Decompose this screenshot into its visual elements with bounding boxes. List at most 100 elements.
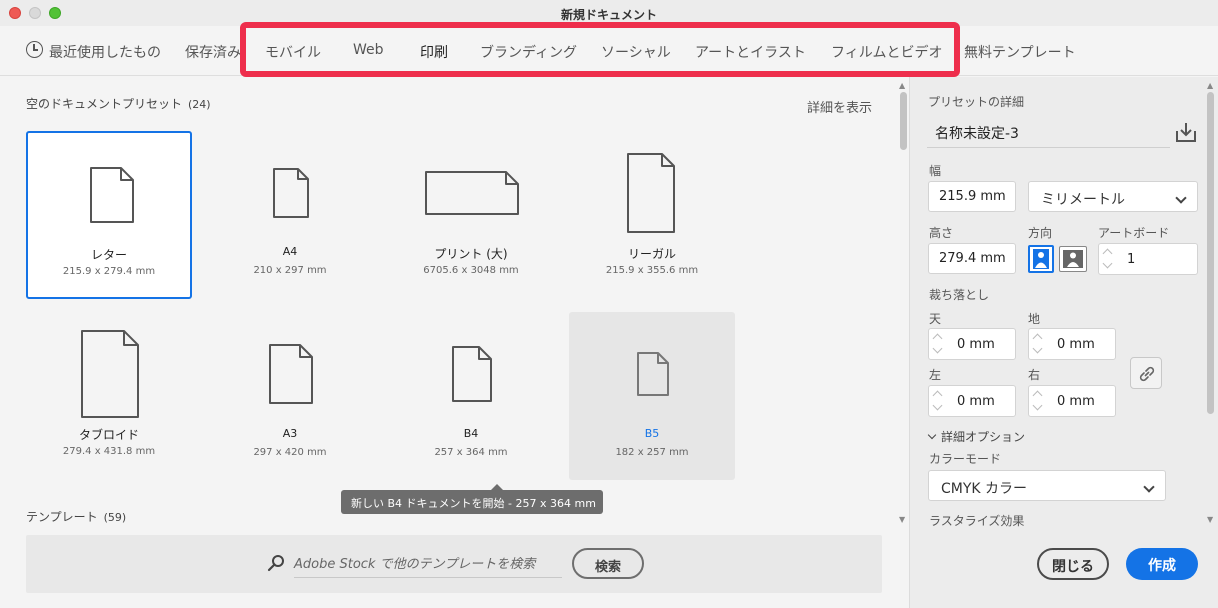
bleed-right-stepper[interactable]: 0 mm [1028,385,1116,417]
color-mode-label: カラーモード [929,452,1002,466]
unit-dropdown[interactable]: ミリメートル [1028,181,1198,212]
stepper-arrows-icon[interactable] [1029,386,1048,416]
tab-web[interactable]: Web [353,42,384,58]
save-preset-icon[interactable] [1175,121,1197,143]
preset-dims: 215.9 x 279.4 mm [62,266,156,277]
tab-mobile[interactable]: モバイル [265,42,321,62]
height-label: 高さ [929,226,954,240]
height-input[interactable]: 279.4 mm [928,243,1016,274]
preset-card-tabloid[interactable]: タブロイド 279.4 x 431.8 mm [26,312,192,480]
preset-name: B4 [463,427,479,440]
preset-dims: 6705.6 x 3048 mm [423,265,519,276]
document-icon [627,153,675,233]
orientation-landscape-button[interactable] [1059,246,1087,272]
scroll-down-arrow-icon[interactable]: ▼ [899,515,905,524]
width-label: 幅 [929,164,942,178]
preset-card-letter[interactable]: レター 215.9 x 279.4 mm [26,131,192,299]
orientation-label: 方向 [1028,226,1053,240]
bleed-label: 裁ち落とし [929,288,990,302]
document-icon [637,352,669,396]
preset-card-print-large[interactable]: プリント (大) 6705.6 x 3048 mm [388,131,554,299]
document-name-input[interactable]: 名称未設定-3 [927,118,1170,148]
bleed-left-stepper[interactable]: 0 mm [928,385,1016,417]
preset-dims: 279.4 x 431.8 mm [62,446,156,457]
preset-name: プリント (大) [434,247,508,261]
raster-effects-label: ラスタライズ効果 [929,514,1025,528]
show-details-link[interactable]: 詳細を表示 [807,97,872,116]
artboard-stepper[interactable]: 1 [1098,243,1198,275]
close-button[interactable]: 閉じる [1037,548,1109,580]
templates-heading: テンプレート (59) [26,508,126,525]
preset-tooltip: 新しい B4 ドキュメントを開始 - 257 x 364 mm [341,484,603,514]
gallery-scrollbar[interactable] [896,83,910,533]
preset-dims: 257 x 364 mm [434,447,508,458]
category-tab-bar: 最近使用したもの 保存済み モバイル Web 印刷 ブランディング ソーシャル … [0,26,1218,76]
bleed-left-label: 左 [929,368,942,382]
preset-name: B5 [644,427,660,440]
preset-card-b5[interactable]: B5 182 x 257 mm [569,312,735,480]
preset-card-b4[interactable]: B4 257 x 364 mm [388,312,554,480]
preset-card-a3[interactable]: A3 297 x 420 mm [207,312,373,480]
advanced-options-toggle[interactable]: 詳細オプション [927,428,1026,445]
scroll-up-arrow-icon[interactable]: ▲ [899,81,905,90]
panel-scroll-thumb[interactable] [1207,92,1214,414]
stepper-arrows-icon[interactable] [929,329,948,359]
chevron-down-icon [1143,481,1155,493]
preset-card-legal[interactable]: リーガル 215.9 x 355.6 mm [569,131,735,299]
tab-art-illustration[interactable]: アートとイラスト [695,42,806,62]
link-bleed-button[interactable] [1130,357,1162,389]
tab-free-templates[interactable]: 無料テンプレート [964,42,1076,62]
width-input[interactable]: 215.9 mm [928,181,1016,212]
create-button[interactable]: 作成 [1126,548,1198,580]
preset-dims: 215.9 x 355.6 mm [605,265,699,276]
bleed-right-label: 右 [1028,368,1041,382]
preset-card-a4[interactable]: A4 210 x 297 mm [207,131,373,299]
bleed-bottom-stepper[interactable]: 0 mm [1028,328,1116,360]
unit-value: ミリメートル [1041,192,1125,208]
stepper-arrows-icon[interactable] [929,386,948,416]
presets-heading-text: 空のドキュメントプリセット [26,97,183,111]
bleed-top-label: 天 [929,312,942,326]
tab-saved[interactable]: 保存済み [185,42,241,62]
preset-details-heading: プリセットの詳細 [928,95,1025,109]
preset-name: A4 [282,245,298,258]
document-icon [269,344,313,404]
templates-heading-text: テンプレート [26,510,98,524]
tab-film-video[interactable]: フィルムとビデオ [831,42,942,62]
preset-name: レター [90,248,127,262]
document-icon [273,168,309,218]
template-search-bar: Adobe Stock で他のテンプレートを検索 検索 [26,535,882,593]
person-portrait-icon [1033,249,1049,269]
artboard-value: 1 [1127,252,1136,267]
template-search-input[interactable]: Adobe Stock で他のテンプレートを検索 [294,550,562,578]
preset-name: A3 [282,427,298,440]
bleed-left-value: 0 mm [957,394,995,409]
document-icon [90,167,134,223]
tab-branding[interactable]: ブランディング [480,42,577,62]
artboard-label: アートボード [1098,226,1170,240]
search-button[interactable]: 検索 [572,548,644,579]
panel-scroll-down-arrow-icon[interactable]: ▼ [1207,515,1213,524]
window-title: 新規ドキュメント [560,8,657,22]
person-landscape-icon [1063,250,1083,268]
preset-name: タブロイド [78,428,139,442]
preset-name: リーガル [627,247,676,261]
orientation-portrait-button[interactable] [1028,245,1054,273]
document-landscape-icon [425,171,519,215]
bleed-bottom-label: 地 [1028,312,1041,326]
panel-scroll-up-arrow-icon[interactable]: ▲ [1207,81,1213,90]
stepper-arrows-icon[interactable] [1029,329,1048,359]
preset-dims: 297 x 420 mm [253,447,327,458]
advanced-options-label: 詳細オプション [941,430,1026,444]
color-mode-dropdown[interactable]: CMYK カラー [928,470,1166,501]
gallery-scroll-thumb[interactable] [900,92,907,150]
search-icon [267,555,284,572]
tab-print[interactable]: 印刷 [420,42,448,62]
tab-recent[interactable]: 最近使用したもの [49,42,161,62]
bleed-right-value: 0 mm [1057,394,1095,409]
templates-count: (59) [103,511,127,524]
bleed-top-stepper[interactable]: 0 mm [928,328,1016,360]
stepper-arrows-icon[interactable] [1099,244,1118,274]
presets-count: (24) [188,98,211,111]
tab-social[interactable]: ソーシャル [601,42,671,62]
